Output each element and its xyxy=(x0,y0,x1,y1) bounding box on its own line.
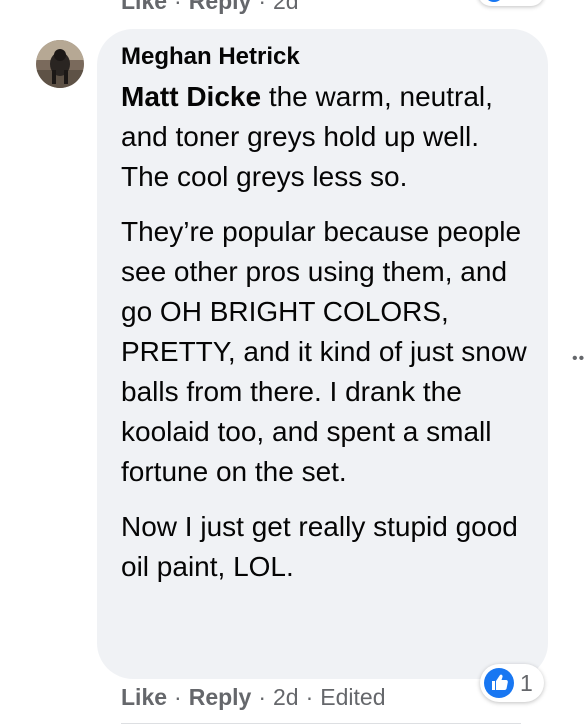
divider xyxy=(121,723,521,724)
previous-timestamp[interactable]: 2d xyxy=(273,0,299,14)
previous-reply-link[interactable]: Reply xyxy=(189,0,252,14)
previous-reaction-badge[interactable] xyxy=(478,0,544,6)
comment-body: Matt Dicke the warm, neutral, and toner … xyxy=(121,77,531,602)
like-thumb-icon xyxy=(484,668,514,698)
separator: · xyxy=(305,684,314,710)
comment-thread: Like · Reply · 2d Meghan Hetrick Matt Dicke … xyxy=(0,0,586,726)
previous-comment-actions: Like · Reply · 2d xyxy=(121,0,299,15)
reaction-count: 1 xyxy=(520,670,533,696)
avatar[interactable] xyxy=(36,40,84,88)
comment-bubble: Meghan Hetrick Matt Dicke the warm, neut… xyxy=(97,29,548,679)
mention-link[interactable]: Matt Dicke xyxy=(121,81,261,112)
separator: · xyxy=(258,684,267,710)
comment-paragraph-2: They’re popular because people see other… xyxy=(121,216,527,487)
previous-like-link[interactable]: Like xyxy=(121,0,167,14)
previous-like-icon xyxy=(484,0,504,2)
comment-actions: Like · Reply · 2d · Edited xyxy=(121,684,386,711)
edited-label[interactable]: Edited xyxy=(320,684,385,710)
separator: · xyxy=(174,0,182,14)
reaction-badge[interactable]: 1 xyxy=(480,664,544,702)
comment-author[interactable]: Meghan Hetrick xyxy=(121,43,300,71)
separator: · xyxy=(258,0,267,14)
reply-link[interactable]: Reply xyxy=(189,684,252,710)
comment-timestamp[interactable]: 2d xyxy=(273,684,299,710)
comment-paragraph-3: Now I just get really stupid good oil pa… xyxy=(121,511,518,582)
comment-paragraph-1: Matt Dicke the warm, neutral, and toner … xyxy=(121,77,531,197)
separator: · xyxy=(174,684,182,710)
more-dots-icon[interactable]: •• xyxy=(572,350,585,368)
like-link[interactable]: Like xyxy=(121,684,167,710)
